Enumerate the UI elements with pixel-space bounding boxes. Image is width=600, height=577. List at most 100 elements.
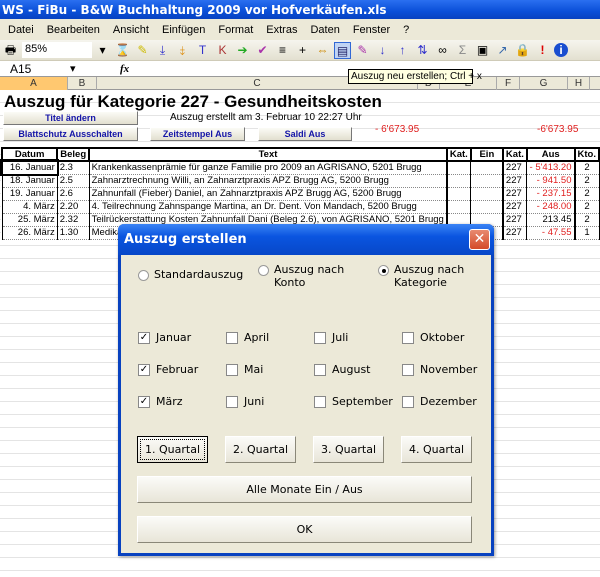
cell-kat[interactable]: 227: [501, 213, 528, 227]
info-icon[interactable]: i: [554, 43, 568, 57]
checkbox-april[interactable]: April: [226, 331, 269, 344]
checkbox-februar[interactable]: ✓ Februar: [138, 363, 198, 376]
move-in-icon[interactable]: ➔: [234, 42, 251, 59]
checkbox-box[interactable]: [402, 364, 414, 376]
column-header-G[interactable]: G: [520, 77, 568, 90]
checkbox-oktober[interactable]: Oktober: [402, 331, 464, 344]
chart-icon[interactable]: ↗: [494, 42, 511, 59]
radio-option-2[interactable]: Auszug nach Kategorie: [378, 263, 464, 289]
checkbox-september[interactable]: September: [314, 395, 393, 408]
checkbox-box[interactable]: [314, 364, 326, 376]
cell-datum[interactable]: 16. Januar: [0, 159, 60, 176]
cell-kto[interactable]: 2: [573, 200, 600, 214]
menu-item-1[interactable]: Bearbeiten: [47, 24, 100, 36]
lock-icon[interactable]: 🔒: [514, 42, 531, 59]
delete-row-icon[interactable]: ⤈: [174, 42, 191, 59]
menu-item-7[interactable]: Fenster: [353, 24, 390, 36]
indent-icon[interactable]: ≡: [274, 42, 291, 59]
cell-datum[interactable]: 18. Januar: [1, 174, 58, 188]
cell-empty[interactable]: [445, 187, 472, 201]
cell-beleg[interactable]: 2.5: [56, 174, 90, 188]
cell-kto[interactable]: 2: [573, 161, 600, 175]
dropdown-arrow-icon[interactable]: ▾: [94, 42, 111, 59]
cell-text[interactable]: Zahnunfall (Fieber) Daniel, an Zahnarztp…: [88, 187, 448, 201]
cell-text[interactable]: 4. Teilrechnung Zahnspange Martina, an D…: [88, 200, 448, 214]
cell-aus[interactable]: - 237.15: [526, 187, 575, 201]
cell-empty[interactable]: [445, 161, 472, 175]
fx-icon[interactable]: fx: [120, 63, 129, 75]
mark-icon[interactable]: ✔: [254, 42, 271, 59]
checkbox-november[interactable]: November: [402, 363, 477, 376]
cell-datum[interactable]: 25. März: [1, 213, 58, 227]
menu-item-0[interactable]: Datei: [8, 24, 34, 36]
saldi-button[interactable]: Saldi Aus: [258, 127, 352, 141]
checkbox-box[interactable]: ✓: [138, 396, 150, 408]
menu-item-6[interactable]: Daten: [310, 24, 339, 36]
column-header-A[interactable]: A: [0, 77, 68, 90]
cell-kat[interactable]: 227: [501, 161, 528, 175]
cell-aus[interactable]: - 941.50: [526, 174, 575, 188]
menu-item-5[interactable]: Extras: [266, 24, 297, 36]
ok-button[interactable]: OK: [137, 516, 472, 543]
close-button[interactable]: ✕: [469, 229, 490, 250]
cell-beleg[interactable]: 1.30: [56, 226, 90, 240]
edit-list-icon[interactable]: ✎: [354, 42, 371, 59]
cell-beleg[interactable]: 2.32: [56, 213, 90, 227]
cell-aus[interactable]: - 47.55: [526, 226, 575, 240]
cell-kto[interactable]: 2: [573, 187, 600, 201]
titel-aendern-button[interactable]: Titel ändern: [3, 111, 138, 125]
sum-icon[interactable]: Σ: [454, 42, 471, 59]
glasses-icon[interactable]: ∞: [434, 42, 451, 59]
cell-kto[interactable]: 2: [573, 174, 600, 188]
zoom-select[interactable]: 85%: [22, 42, 92, 58]
cell-kto[interactable]: 1: [573, 226, 600, 240]
checkbox-box[interactable]: [314, 396, 326, 408]
menu-item-3[interactable]: Einfügen: [162, 24, 205, 36]
checkbox-dezember[interactable]: Dezember: [402, 395, 477, 408]
menu-item-4[interactable]: Format: [218, 24, 253, 36]
cell-beleg[interactable]: 2.3: [56, 161, 90, 175]
checkbox-box[interactable]: ✓: [138, 332, 150, 344]
swap-icon[interactable]: ⇔: [314, 42, 331, 59]
dropdown-arrow-icon[interactable]: ▾: [70, 62, 100, 75]
cell-datum[interactable]: 4. März: [1, 200, 58, 214]
column-header-H[interactable]: H: [568, 77, 590, 90]
hourglass-icon[interactable]: ⌛: [114, 42, 131, 59]
cell-kat[interactable]: 227: [501, 174, 528, 188]
radio-button[interactable]: [138, 270, 149, 281]
sort-desc-icon[interactable]: ↑: [394, 42, 411, 59]
cell-kat[interactable]: 227: [501, 226, 528, 240]
insert-text-icon[interactable]: T: [194, 42, 211, 59]
cell-empty[interactable]: [470, 200, 504, 214]
checkbox-august[interactable]: August: [314, 363, 371, 376]
cell-datum[interactable]: 19. Januar: [1, 187, 58, 201]
blattschutz-button[interactable]: Blattschutz Ausschalten: [3, 127, 138, 141]
name-box[interactable]: A15: [0, 62, 80, 76]
checkbox-januar[interactable]: ✓ Januar: [138, 331, 191, 344]
column-header-F[interactable]: F: [497, 77, 520, 90]
cell-empty[interactable]: [445, 174, 472, 188]
column-header-B[interactable]: B: [68, 77, 97, 90]
cell-kat[interactable]: 227: [501, 200, 528, 214]
cell-kto[interactable]: 2: [573, 213, 600, 227]
print-icon[interactable]: 🖶: [2, 42, 19, 59]
cell-text[interactable]: Zahnarztrechnung Willi, an Zahnarztpraxi…: [88, 174, 448, 188]
cell-aus[interactable]: - 248.00: [526, 200, 575, 214]
add-row-icon[interactable]: +: [294, 42, 311, 59]
checkbox-box[interactable]: ✓: [138, 364, 150, 376]
cell-beleg[interactable]: 2.20: [56, 200, 90, 214]
cell-empty[interactable]: [470, 161, 504, 175]
cell-empty[interactable]: [470, 174, 504, 188]
menu-item-8[interactable]: ?: [403, 24, 409, 36]
clipboard-icon[interactable]: ▣: [474, 42, 491, 59]
insert-row-icon[interactable]: ⤓: [154, 42, 171, 59]
category-icon[interactable]: K: [214, 42, 231, 59]
checkbox-juli[interactable]: Juli: [314, 331, 348, 344]
checkbox-mai[interactable]: Mai: [226, 363, 263, 376]
cell-empty[interactable]: [470, 187, 504, 201]
alert-icon[interactable]: !: [534, 42, 551, 59]
cell-kat[interactable]: 227: [501, 187, 528, 201]
checkbox-box[interactable]: [314, 332, 326, 344]
cell-aus[interactable]: - 5'413.20: [526, 161, 575, 175]
edit-note-icon[interactable]: ✎: [134, 42, 151, 59]
